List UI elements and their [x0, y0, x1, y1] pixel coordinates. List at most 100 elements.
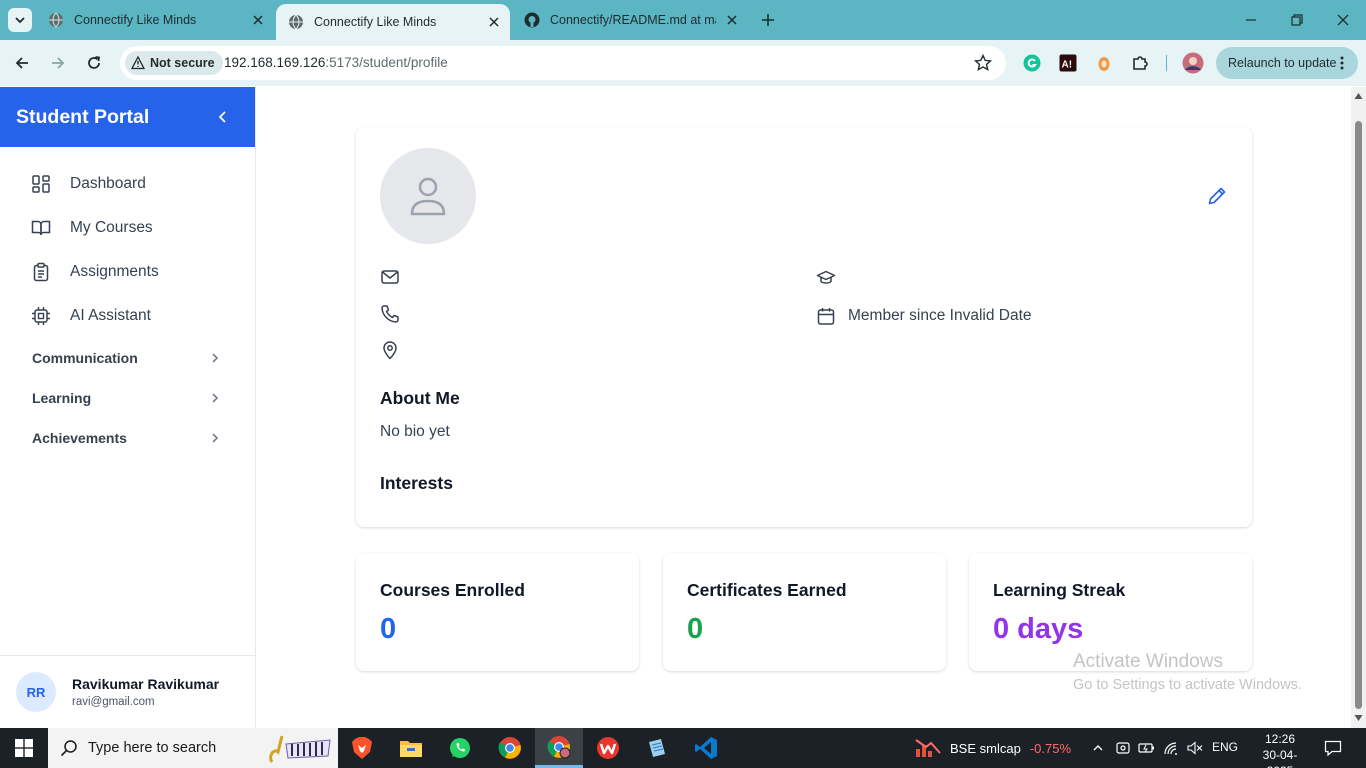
relaunch-to-update-button[interactable]: Relaunch to update — [1216, 47, 1358, 79]
main-content: Member since Invalid Date About Me No bi… — [257, 87, 1351, 728]
forward-button[interactable] — [46, 51, 70, 75]
dashboard-icon — [30, 173, 52, 195]
phone-icon — [380, 304, 400, 324]
wifi-icon[interactable] — [1160, 728, 1182, 768]
interests-heading: Interests — [380, 473, 453, 493]
sidebar-item-ai-assistant[interactable]: AI Assistant — [24, 298, 151, 334]
sidebar-group-label: Communication — [32, 350, 138, 366]
windows-logo-icon — [15, 739, 33, 757]
clipboard-icon — [30, 261, 52, 283]
reload-button[interactable] — [82, 51, 106, 75]
new-tab-button[interactable] — [758, 10, 778, 30]
watermark-title: Activate Windows — [1073, 651, 1223, 672]
cpu-icon — [30, 305, 52, 327]
chevron-up-icon[interactable] — [1088, 728, 1108, 768]
notepad-taskbar-icon[interactable] — [633, 728, 681, 768]
sidebar-group-achievements[interactable]: Achievements — [32, 423, 228, 453]
tab-search-button[interactable] — [8, 8, 32, 32]
volume-muted-icon[interactable] — [1184, 728, 1206, 768]
stat-card-courses-enrolled: Courses Enrolled 0 — [356, 553, 639, 671]
meet-now-icon[interactable] — [1112, 728, 1134, 768]
restore-icon — [1291, 14, 1303, 26]
sidebar-group-communication[interactable]: Communication — [32, 343, 228, 373]
back-button[interactable] — [10, 51, 34, 75]
file-explorer-taskbar-icon[interactable] — [387, 728, 435, 768]
stock-widget[interactable]: BSE smlcap -0.75% — [914, 728, 1071, 768]
activate-windows-watermark: Activate Windows Go to Settings to activ… — [1073, 651, 1302, 693]
bio-text: No bio yet — [380, 423, 450, 440]
close-tab-icon[interactable] — [486, 14, 502, 30]
arrow-right-icon — [52, 57, 65, 69]
profile-avatar — [380, 148, 476, 244]
sidebar-group-label: Learning — [32, 390, 92, 406]
browser-toolbar: Not secure 192.168.169.126:5173/student/… — [0, 40, 1366, 86]
sidebar-group-learning[interactable]: Learning — [32, 383, 228, 413]
browser-tab-bar: Connectify Like Minds Connectify Like Mi… — [0, 0, 1366, 40]
edit-profile-button[interactable] — [1206, 185, 1228, 207]
sidebar-item-assignments[interactable]: Assignments — [24, 254, 159, 290]
extensions-puzzle-icon[interactable] — [1129, 52, 1151, 74]
graduation-cap-icon — [816, 268, 836, 288]
address-bar[interactable]: Not secure 192.168.169.126:5173/student/… — [120, 46, 1006, 80]
brand-title: Student Portal — [16, 105, 150, 128]
user-icon — [410, 177, 446, 216]
collapse-sidebar-button[interactable] — [213, 107, 233, 127]
sidebar-header: Student Portal — [0, 87, 255, 147]
sidebar-item-label: Assignments — [70, 263, 159, 280]
brave-browser-taskbar-icon[interactable] — [338, 728, 386, 768]
browser-tab-3[interactable]: Connectify/README.md at main — [512, 0, 748, 40]
profile-avatar-icon[interactable] — [1182, 52, 1204, 74]
sidebar-group-label: Achievements — [32, 430, 127, 446]
sidebar-user-footer[interactable]: RR Ravikumar Ravikumar ravi@gmail.com — [0, 655, 255, 728]
chrome-profile-taskbar-icon-active[interactable] — [535, 728, 583, 768]
plus-icon — [762, 14, 774, 26]
taskbar-search-placeholder: Type here to search — [88, 740, 217, 756]
start-button[interactable] — [0, 728, 48, 768]
arrow-left-icon — [15, 57, 28, 69]
taskbar-search-box[interactable]: Type here to search — [48, 728, 338, 768]
browser-tab-1[interactable]: Connectify Like Minds — [36, 0, 274, 40]
tab-title: Connectify/README.md at main — [550, 13, 716, 27]
sidebar-item-label: My Courses — [70, 219, 153, 236]
grammarly-extension-icon[interactable] — [1021, 52, 1043, 74]
chevron-down-icon — [15, 17, 25, 24]
chrome-taskbar-icon[interactable] — [486, 728, 534, 768]
battery-icon[interactable] — [1136, 728, 1158, 768]
url-host: 192.168.169.126 — [224, 55, 326, 70]
taskbar-clock[interactable]: 12:26 30-04-2025 — [1250, 731, 1310, 768]
bookmark-star-icon[interactable] — [973, 53, 993, 77]
ai-extension-icon[interactable]: A! — [1057, 52, 1079, 74]
browser-tab-2-active[interactable]: Connectify Like Minds — [276, 4, 510, 40]
stock-chart-down-icon — [915, 739, 941, 757]
stock-name: BSE smlcap — [950, 740, 1021, 756]
svg-text:A!: A! — [1062, 60, 1073, 71]
calendar-icon — [816, 306, 836, 326]
security-chip[interactable]: Not secure — [125, 51, 223, 75]
clock-date: 30-04-2025 — [1262, 748, 1298, 768]
sidebar-item-my-courses[interactable]: My Courses — [24, 210, 153, 246]
close-tab-icon[interactable] — [250, 12, 266, 28]
whatsapp-taskbar-icon[interactable] — [436, 728, 484, 768]
url-text: 192.168.169.126:5173/student/profile — [224, 55, 448, 70]
minimize-button[interactable] — [1228, 0, 1274, 40]
sidebar-item-dashboard[interactable]: Dashboard — [24, 166, 146, 202]
close-tab-icon[interactable] — [724, 12, 740, 28]
stat-value: 0 days — [993, 613, 1084, 645]
toolbar-divider — [1166, 55, 1167, 71]
stat-card-certificates-earned: Certificates Earned 0 — [663, 553, 946, 671]
vscode-taskbar-icon[interactable] — [682, 728, 730, 768]
close-window-button[interactable] — [1320, 0, 1366, 40]
clock-time: 12:26 — [1264, 732, 1296, 746]
restore-button[interactable] — [1274, 0, 1320, 40]
map-pin-icon — [380, 340, 400, 360]
github-icon — [524, 12, 540, 28]
chevron-left-icon — [218, 111, 226, 123]
scrollbar-thumb[interactable] — [1355, 121, 1362, 709]
watermark-subtitle: Go to Settings to activate Windows. — [1073, 677, 1302, 693]
input-language[interactable]: ENG — [1212, 740, 1238, 754]
wps-office-taskbar-icon[interactable] — [584, 728, 632, 768]
notification-center-icon[interactable] — [1320, 728, 1346, 768]
page-scrollbar[interactable] — [1351, 87, 1366, 728]
more-vertical-icon[interactable] — [1334, 55, 1350, 74]
honey-extension-icon[interactable] — [1093, 52, 1115, 74]
